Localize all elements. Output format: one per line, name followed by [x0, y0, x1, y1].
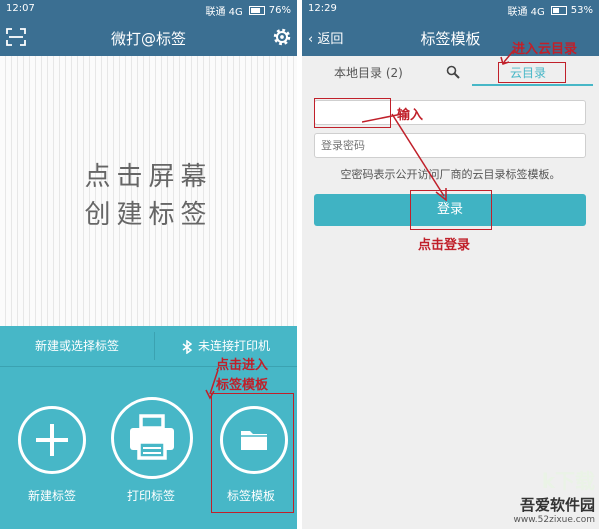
right-screen: 12:29 联通 4G 53% 标签模板 ‹ 返回 本地目录 (2) 云目录 空… — [302, 0, 599, 529]
gear-icon[interactable] — [271, 26, 293, 48]
new-label-button[interactable] — [18, 406, 86, 474]
status-right-group: 联通 4G 53% — [507, 3, 593, 18]
watermark: k下载 吾爱软件园 www.52zixue.com — [514, 465, 595, 525]
status-time-right: 12:29 — [308, 3, 337, 14]
canvas-hint-line2: 创建标签 — [84, 200, 213, 230]
status-time: 12:07 — [6, 3, 35, 14]
app-bar: 微打@标签 — [0, 18, 297, 56]
label-canvas[interactable]: 点击屏幕 创建标签 — [0, 56, 297, 326]
network-label-right: 联通 4G — [507, 7, 545, 18]
battery-icon — [248, 6, 265, 15]
active-tab-indicator — [472, 84, 593, 86]
app-title: 微打@标签 — [110, 30, 186, 48]
annotation-arrow-cloud — [500, 49, 515, 65]
print-label-button[interactable] — [111, 397, 193, 479]
status-bar: 12:07 联通 4G 76% — [0, 0, 297, 18]
watermark-url: www.52zixue.com — [513, 515, 595, 525]
annotation-enter-cloud: 进入云目录 — [512, 42, 578, 57]
plus-icon — [36, 424, 68, 456]
printer-icon — [130, 414, 174, 460]
tab-local-directory[interactable]: 本地目录 (2) — [334, 64, 403, 81]
new-label-text: 新建标签 — [27, 489, 76, 503]
chevron-left-icon: ‹ — [308, 32, 318, 47]
annotation-click-login: 点击登录 — [418, 238, 471, 253]
annotation-text-line2: 标签模板 — [216, 378, 269, 393]
left-screen: 12:07 联通 4G 76% 微打@标签 点击屏幕 创建标签 新建或选择标签 … — [0, 0, 297, 529]
watermark-big-text: k下载 — [541, 469, 595, 493]
status-bar-right: 12:29 联通 4G 53% — [302, 0, 599, 18]
annotation-box-template — [211, 393, 294, 513]
new-or-select-button[interactable]: 新建或选择标签 — [0, 326, 154, 366]
battery-percent-right: 53% — [570, 5, 593, 16]
bluetooth-icon — [182, 339, 192, 354]
watermark-name: 吾爱软件园 — [519, 496, 595, 514]
back-label: 返回 — [317, 32, 344, 47]
annotation-text-line1: 点击进入 — [216, 358, 269, 373]
annotation-arrows — [362, 113, 447, 202]
status-right: 联通 4G 76% — [205, 3, 291, 18]
search-icon[interactable] — [446, 65, 460, 79]
battery-icon — [550, 6, 567, 15]
printer-status-label: 未连接打印机 — [197, 339, 270, 353]
scan-icon[interactable] — [6, 28, 26, 46]
canvas-hint-line1: 点击屏幕 — [84, 162, 213, 192]
back-button[interactable]: ‹ 返回 — [308, 28, 343, 47]
print-label-text: 打印标签 — [126, 489, 175, 503]
annotation-arrow-icon — [205, 369, 219, 400]
battery-percent: 76% — [268, 5, 291, 16]
network-label: 联通 4G — [205, 7, 243, 18]
